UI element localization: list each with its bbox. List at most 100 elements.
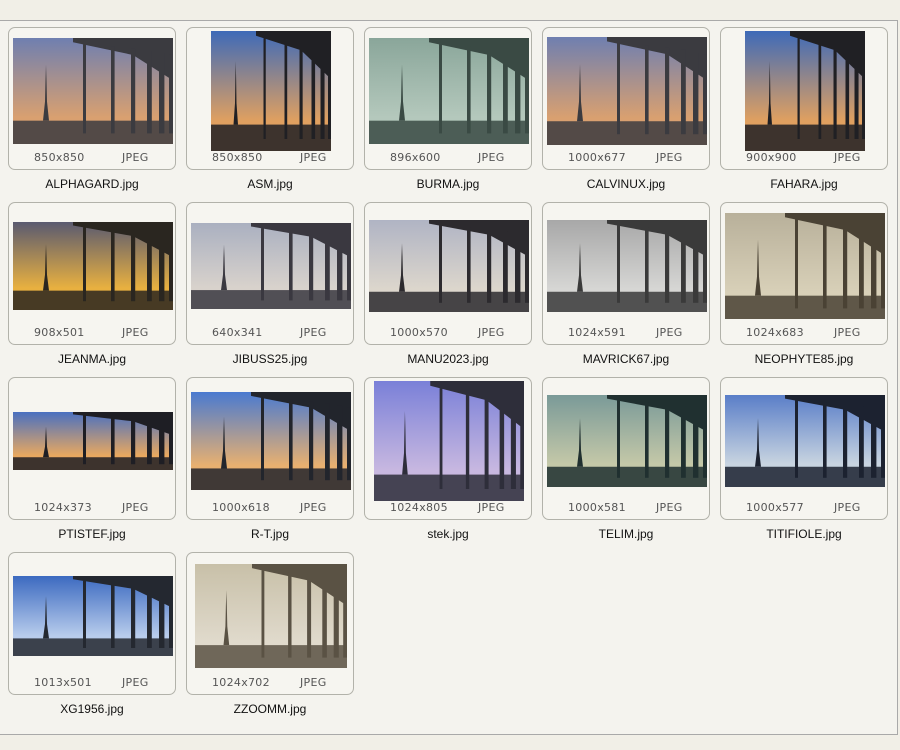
thumbnail-card[interactable]: 1013x501 JPEG	[8, 552, 176, 695]
thumbnail-card[interactable]: 1000x570 JPEG	[364, 202, 532, 345]
thumbnail-image[interactable]	[191, 392, 351, 490]
thumbnail-image[interactable]	[369, 220, 529, 312]
thumbnail-card[interactable]: 908x501 JPEG	[8, 202, 176, 345]
thumbnail-image[interactable]	[547, 220, 707, 312]
thumbnail-image[interactable]	[13, 576, 173, 656]
image-dimensions: 1024x702	[212, 676, 270, 689]
thumbnail-image[interactable]	[195, 564, 347, 668]
file-item[interactable]: 1024x683 JPEG NEOPHYTE85.jpg	[720, 202, 898, 374]
thumbnail-frame	[369, 34, 529, 148]
thumbnail-card[interactable]: 850x850 JPEG	[186, 27, 354, 170]
file-name[interactable]: TELIM.jpg	[542, 527, 710, 541]
image-dimensions: 1024x683	[746, 326, 804, 339]
file-type: JPEG	[478, 326, 505, 339]
file-meta: 1024x805 JPEG	[365, 500, 531, 516]
file-item[interactable]: 1000x570 JPEG MANU2023.jpg	[364, 202, 542, 374]
file-name[interactable]: XG1956.jpg	[8, 702, 176, 716]
file-item[interactable]: 1024x373 JPEG PTISTEF.jpg	[8, 377, 186, 549]
file-meta: 1000x581 JPEG	[543, 500, 709, 516]
thumbnail-card[interactable]: 1000x577 JPEG	[720, 377, 888, 520]
file-name[interactable]: ALPHAGARD.jpg	[8, 177, 176, 191]
file-item[interactable]: 900x900 JPEG FAHARA.jpg	[720, 27, 898, 199]
file-name[interactable]: BURMA.jpg	[364, 177, 532, 191]
file-type: JPEG	[122, 151, 149, 164]
image-dimensions: 1013x501	[34, 676, 92, 689]
thumbnail-frame	[191, 209, 351, 323]
thumbnail-card[interactable]: 1024x591 JPEG	[542, 202, 710, 345]
image-dimensions: 908x501	[34, 326, 85, 339]
thumbnail-image[interactable]	[374, 381, 524, 501]
file-name[interactable]: MANU2023.jpg	[364, 352, 532, 366]
file-item[interactable]: 1000x677 JPEG CALVINUX.jpg	[542, 27, 720, 199]
file-item[interactable]: 1024x591 JPEG MAVRICK67.jpg	[542, 202, 720, 374]
thumbnail-card[interactable]: 896x600 JPEG	[364, 27, 532, 170]
thumbnail-card[interactable]: 1024x702 JPEG	[186, 552, 354, 695]
thumbnail-card[interactable]: 640x341 JPEG	[186, 202, 354, 345]
file-meta: 1000x618 JPEG	[187, 500, 353, 516]
thumbnail-image[interactable]	[369, 38, 529, 144]
thumbnail-card[interactable]: 1024x683 JPEG	[720, 202, 888, 345]
thumbnail-frame	[369, 381, 529, 501]
file-item[interactable]: 1024x702 JPEG ZZOOMM.jpg	[186, 552, 364, 724]
file-item[interactable]: 896x600 JPEG BURMA.jpg	[364, 27, 542, 199]
thumbnail-image[interactable]	[191, 223, 351, 309]
file-name[interactable]: JEANMA.jpg	[8, 352, 176, 366]
file-name[interactable]: ASM.jpg	[186, 177, 354, 191]
file-meta: 896x600 JPEG	[365, 150, 531, 166]
file-name[interactable]: FAHARA.jpg	[720, 177, 888, 191]
file-type: JPEG	[834, 151, 861, 164]
file-meta: 850x850 JPEG	[187, 150, 353, 166]
file-name[interactable]: NEOPHYTE85.jpg	[720, 352, 888, 366]
thumbnail-card[interactable]: 1000x581 JPEG	[542, 377, 710, 520]
thumbnail-image[interactable]	[13, 38, 173, 144]
image-dimensions: 850x850	[212, 151, 263, 164]
image-dimensions: 1024x591	[568, 326, 626, 339]
image-dimensions: 1000x618	[212, 501, 270, 514]
file-meta: 1013x501 JPEG	[9, 675, 175, 691]
thumbnail-card[interactable]: 1000x618 JPEG	[186, 377, 354, 520]
thumbnail-frame	[13, 34, 173, 148]
file-name[interactable]: MAVRICK67.jpg	[542, 352, 710, 366]
thumbnail-card[interactable]: 850x850 JPEG	[8, 27, 176, 170]
thumbnail-frame	[13, 384, 173, 498]
thumbnail-image[interactable]	[211, 31, 331, 151]
image-dimensions: 1000x570	[390, 326, 448, 339]
file-name[interactable]: stek.jpg	[364, 527, 532, 541]
file-item[interactable]: 850x850 JPEG ALPHAGARD.jpg	[8, 27, 186, 199]
thumbnail-card[interactable]: 1000x677 JPEG	[542, 27, 710, 170]
file-type: JPEG	[656, 151, 683, 164]
file-item[interactable]: 1013x501 JPEG XG1956.jpg	[8, 552, 186, 724]
file-type: JPEG	[122, 501, 149, 514]
file-name[interactable]: PTISTEF.jpg	[8, 527, 176, 541]
file-item[interactable]: 1000x577 JPEG TITIFIOLE.jpg	[720, 377, 898, 549]
file-type: JPEG	[478, 501, 505, 514]
thumbnail-image[interactable]	[547, 395, 707, 487]
image-dimensions: 896x600	[390, 151, 441, 164]
thumbnail-frame	[13, 559, 173, 673]
thumbnail-card[interactable]: 1024x373 JPEG	[8, 377, 176, 520]
file-item[interactable]: 908x501 JPEG JEANMA.jpg	[8, 202, 186, 374]
thumbnail-card[interactable]: 900x900 JPEG	[720, 27, 888, 170]
file-item[interactable]: 1000x581 JPEG TELIM.jpg	[542, 377, 720, 549]
thumbnail-image[interactable]	[725, 395, 885, 487]
file-name[interactable]: CALVINUX.jpg	[542, 177, 710, 191]
file-type: JPEG	[300, 151, 327, 164]
file-meta: 1000x677 JPEG	[543, 150, 709, 166]
thumbnail-card[interactable]: 1024x805 JPEG	[364, 377, 532, 520]
file-meta: 1024x702 JPEG	[187, 675, 353, 691]
thumbnail-frame	[369, 209, 529, 323]
file-name[interactable]: ZZOOMM.jpg	[186, 702, 354, 716]
file-name[interactable]: JIBUSS25.jpg	[186, 352, 354, 366]
thumbnail-image[interactable]	[13, 222, 173, 310]
file-item[interactable]: 640x341 JPEG JIBUSS25.jpg	[186, 202, 364, 374]
thumbnail-image[interactable]	[725, 213, 885, 319]
thumbnail-image[interactable]	[745, 31, 865, 151]
thumbnail-image[interactable]	[547, 37, 707, 145]
file-item[interactable]: 1024x805 JPEG stek.jpg	[364, 377, 542, 549]
file-name[interactable]: R-T.jpg	[186, 527, 354, 541]
file-name[interactable]: TITIFIOLE.jpg	[720, 527, 888, 541]
file-item[interactable]: 850x850 JPEG ASM.jpg	[186, 27, 364, 199]
thumbnail-image[interactable]	[13, 412, 173, 470]
file-item[interactable]: 1000x618 JPEG R-T.jpg	[186, 377, 364, 549]
file-meta: 850x850 JPEG	[9, 150, 175, 166]
